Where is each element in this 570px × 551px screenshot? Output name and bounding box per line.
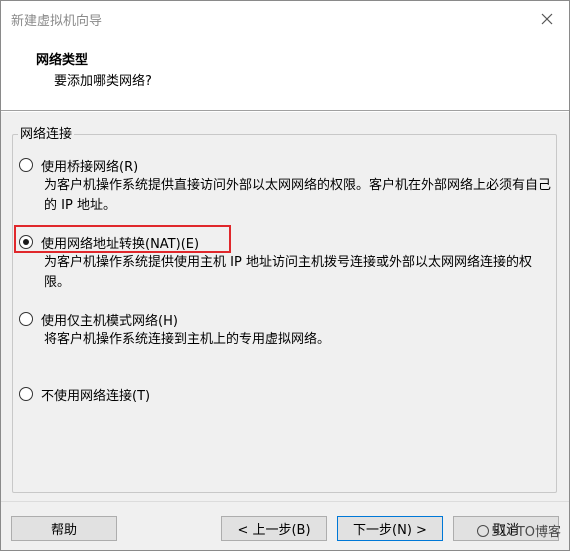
close-icon bbox=[541, 13, 553, 25]
option-host-only-label[interactable]: 使用仅主机模式网络(H) bbox=[41, 310, 178, 329]
help-button[interactable]: 帮助 bbox=[11, 516, 117, 541]
next-button[interactable]: 下一步(N) > bbox=[337, 516, 443, 541]
back-button[interactable]: < 上一步(B) bbox=[221, 516, 327, 541]
option-bridged-label[interactable]: 使用桥接网络(R) bbox=[41, 156, 138, 175]
highlight-box bbox=[14, 225, 231, 253]
title-bar: 新建虚拟机向导 bbox=[1, 1, 569, 37]
wizard-content: 网络连接 使用桥接网络(R) 为客户机操作系统提供直接访问外部以太网网络的权限。… bbox=[1, 112, 569, 501]
wizard-header: 网络类型 要添加哪类网络? bbox=[1, 37, 569, 111]
watermark: 51CTO博客 bbox=[477, 521, 561, 540]
option-no-network-label[interactable]: 不使用网络连接(T) bbox=[41, 385, 150, 404]
option-bridged-description: 为客户机操作系统提供直接访问外部以太网网络的权限。客户机在外部网络上必须有自己的… bbox=[44, 178, 552, 213]
radio-bridged[interactable] bbox=[19, 158, 33, 172]
option-host-only-description: 将客户机操作系统连接到主机上的专用虚拟网络。 bbox=[44, 332, 331, 347]
radio-no-network[interactable] bbox=[19, 387, 33, 401]
watermark-text: 51CTO博客 bbox=[491, 525, 561, 540]
radio-host-only[interactable] bbox=[19, 312, 33, 326]
option-nat-description: 为客户机操作系统提供使用主机 IP 地址访问主机拨号连接或外部以太网网络连接的权… bbox=[44, 255, 532, 290]
close-button[interactable] bbox=[525, 1, 569, 37]
page-subtitle: 要添加哪类网络? bbox=[54, 74, 152, 89]
page-title: 网络类型 bbox=[36, 53, 89, 68]
window-title: 新建虚拟机向导 bbox=[11, 14, 103, 29]
wizard-window: 新建虚拟机向导 网络类型 要添加哪类网络? 网络连接 使用桥接网络(R) 为客户… bbox=[0, 0, 570, 551]
wizard-footer: 帮助 < 上一步(B) 下一步(N) > 取消 51CTO博客 bbox=[1, 501, 569, 550]
group-label: 网络连接 bbox=[18, 123, 75, 142]
watermark-logo-icon bbox=[477, 524, 490, 537]
